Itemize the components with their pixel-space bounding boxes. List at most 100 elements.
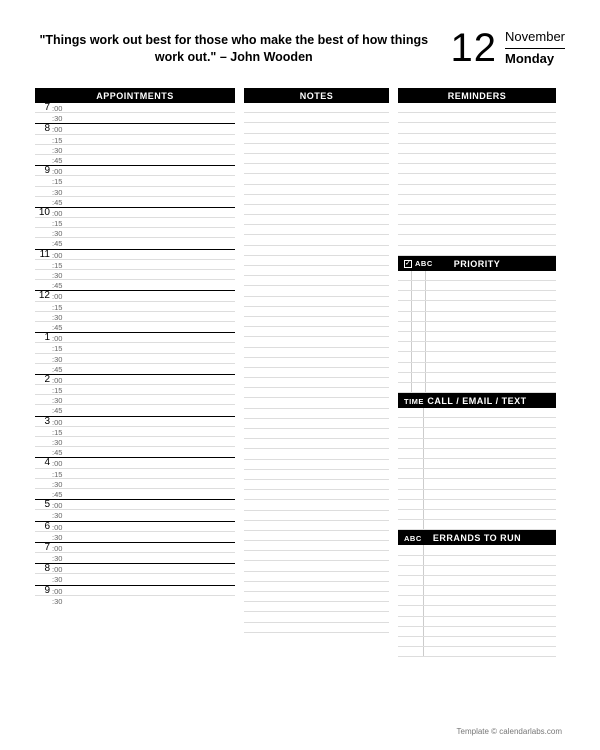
slot-line[interactable] <box>69 228 235 237</box>
time-slot[interactable]: 9:00 <box>35 586 235 596</box>
ruled-line[interactable] <box>244 460 389 470</box>
time-slot[interactable]: :45 <box>35 197 235 207</box>
time-slot[interactable]: :15 <box>35 260 235 270</box>
errand-text-cell[interactable] <box>424 545 556 554</box>
slot-line[interactable] <box>69 354 235 363</box>
slot-line[interactable] <box>69 333 235 342</box>
errand-abc-cell[interactable] <box>398 606 424 615</box>
slot-line[interactable] <box>69 124 235 133</box>
priority-abc-cell[interactable] <box>412 373 426 382</box>
call-row[interactable] <box>398 418 556 428</box>
ruled-line[interactable] <box>244 123 389 133</box>
ruled-line[interactable] <box>244 215 389 225</box>
time-slot[interactable]: :30 <box>35 187 235 197</box>
priority-text-cell[interactable] <box>426 301 556 310</box>
errands-area[interactable] <box>398 545 556 657</box>
errand-text-cell[interactable] <box>424 586 556 595</box>
time-slot[interactable]: :45 <box>35 447 235 457</box>
call-row[interactable] <box>398 490 556 500</box>
slot-line[interactable] <box>69 312 235 321</box>
slot-line[interactable] <box>69 417 235 426</box>
call-time-cell[interactable] <box>398 510 424 519</box>
errand-row[interactable] <box>398 637 556 647</box>
slot-line[interactable] <box>69 574 235 584</box>
slot-line[interactable] <box>69 522 235 531</box>
ruled-line[interactable] <box>398 164 556 174</box>
call-time-cell[interactable] <box>398 439 424 448</box>
errand-abc-cell[interactable] <box>398 556 424 565</box>
ruled-line[interactable] <box>244 521 389 531</box>
time-slot[interactable]: :45 <box>35 322 235 332</box>
ruled-line[interactable] <box>244 337 389 347</box>
slot-line[interactable] <box>69 427 235 436</box>
errand-abc-cell[interactable] <box>398 586 424 595</box>
ruled-line[interactable] <box>244 551 389 561</box>
slot-line[interactable] <box>69 208 235 217</box>
time-slot[interactable]: 12:00 <box>35 291 235 301</box>
errand-abc-cell[interactable] <box>398 647 424 656</box>
call-text-cell[interactable] <box>424 469 556 478</box>
ruled-line[interactable] <box>398 103 556 113</box>
errand-abc-cell[interactable] <box>398 627 424 636</box>
time-slot[interactable]: :30 <box>35 510 235 520</box>
slot-line[interactable] <box>69 395 235 404</box>
ruled-line[interactable] <box>398 144 556 154</box>
time-slot[interactable]: 10:00 <box>35 208 235 218</box>
ruled-line[interactable] <box>398 154 556 164</box>
ruled-line[interactable] <box>244 307 389 317</box>
call-row[interactable] <box>398 408 556 418</box>
ruled-line[interactable] <box>244 225 389 235</box>
ruled-line[interactable] <box>398 246 556 256</box>
call-text-cell[interactable] <box>424 418 556 427</box>
time-slot[interactable]: :15 <box>35 302 235 312</box>
errand-row[interactable] <box>398 596 556 606</box>
priority-abc-cell[interactable] <box>412 352 426 361</box>
priority-text-cell[interactable] <box>426 342 556 351</box>
priority-abc-cell[interactable] <box>412 332 426 341</box>
call-text-cell[interactable] <box>424 479 556 488</box>
errand-row[interactable] <box>398 566 556 576</box>
ruled-line[interactable] <box>244 185 389 195</box>
call-time-cell[interactable] <box>398 479 424 488</box>
reminders-area[interactable] <box>398 103 556 256</box>
priority-text-cell[interactable] <box>426 383 556 392</box>
slot-line[interactable] <box>69 197 235 207</box>
call-text-cell[interactable] <box>424 439 556 448</box>
slot-line[interactable] <box>69 405 235 415</box>
errand-text-cell[interactable] <box>424 647 556 656</box>
ruled-line[interactable] <box>244 592 389 602</box>
ruled-line[interactable] <box>244 286 389 296</box>
time-slot[interactable]: 8:00 <box>35 564 235 574</box>
errand-row[interactable] <box>398 617 556 627</box>
errand-row[interactable] <box>398 647 556 657</box>
time-slot[interactable]: 7:00 <box>35 543 235 553</box>
time-slot[interactable]: :15 <box>35 218 235 228</box>
ruled-line[interactable] <box>244 297 389 307</box>
ruled-line[interactable] <box>398 225 556 235</box>
ruled-line[interactable] <box>244 164 389 174</box>
slot-line[interactable] <box>69 586 235 595</box>
time-slot[interactable]: :30 <box>35 596 235 606</box>
ruled-line[interactable] <box>244 348 389 358</box>
slot-line[interactable] <box>69 543 235 552</box>
errand-row[interactable] <box>398 627 556 637</box>
ruled-line[interactable] <box>244 368 389 378</box>
priority-check-cell[interactable] <box>398 271 412 280</box>
call-time-cell[interactable] <box>398 459 424 468</box>
priority-row[interactable] <box>398 312 556 322</box>
ruled-line[interactable] <box>244 582 389 592</box>
ruled-line[interactable] <box>398 113 556 123</box>
slot-line[interactable] <box>69 166 235 175</box>
time-slot[interactable]: :30 <box>35 532 235 542</box>
ruled-line[interactable] <box>244 235 389 245</box>
priority-check-cell[interactable] <box>398 281 412 290</box>
appointments-grid[interactable]: 7:00:308:00:15:30:459:00:15:30:4510:00:1… <box>35 103 235 606</box>
priority-row[interactable] <box>398 332 556 342</box>
ruled-line[interactable] <box>244 623 389 633</box>
priority-abc-cell[interactable] <box>412 312 426 321</box>
call-row[interactable] <box>398 428 556 438</box>
priority-abc-cell[interactable] <box>412 322 426 331</box>
ruled-line[interactable] <box>244 246 389 256</box>
ruled-line[interactable] <box>244 276 389 286</box>
priority-text-cell[interactable] <box>426 352 556 361</box>
